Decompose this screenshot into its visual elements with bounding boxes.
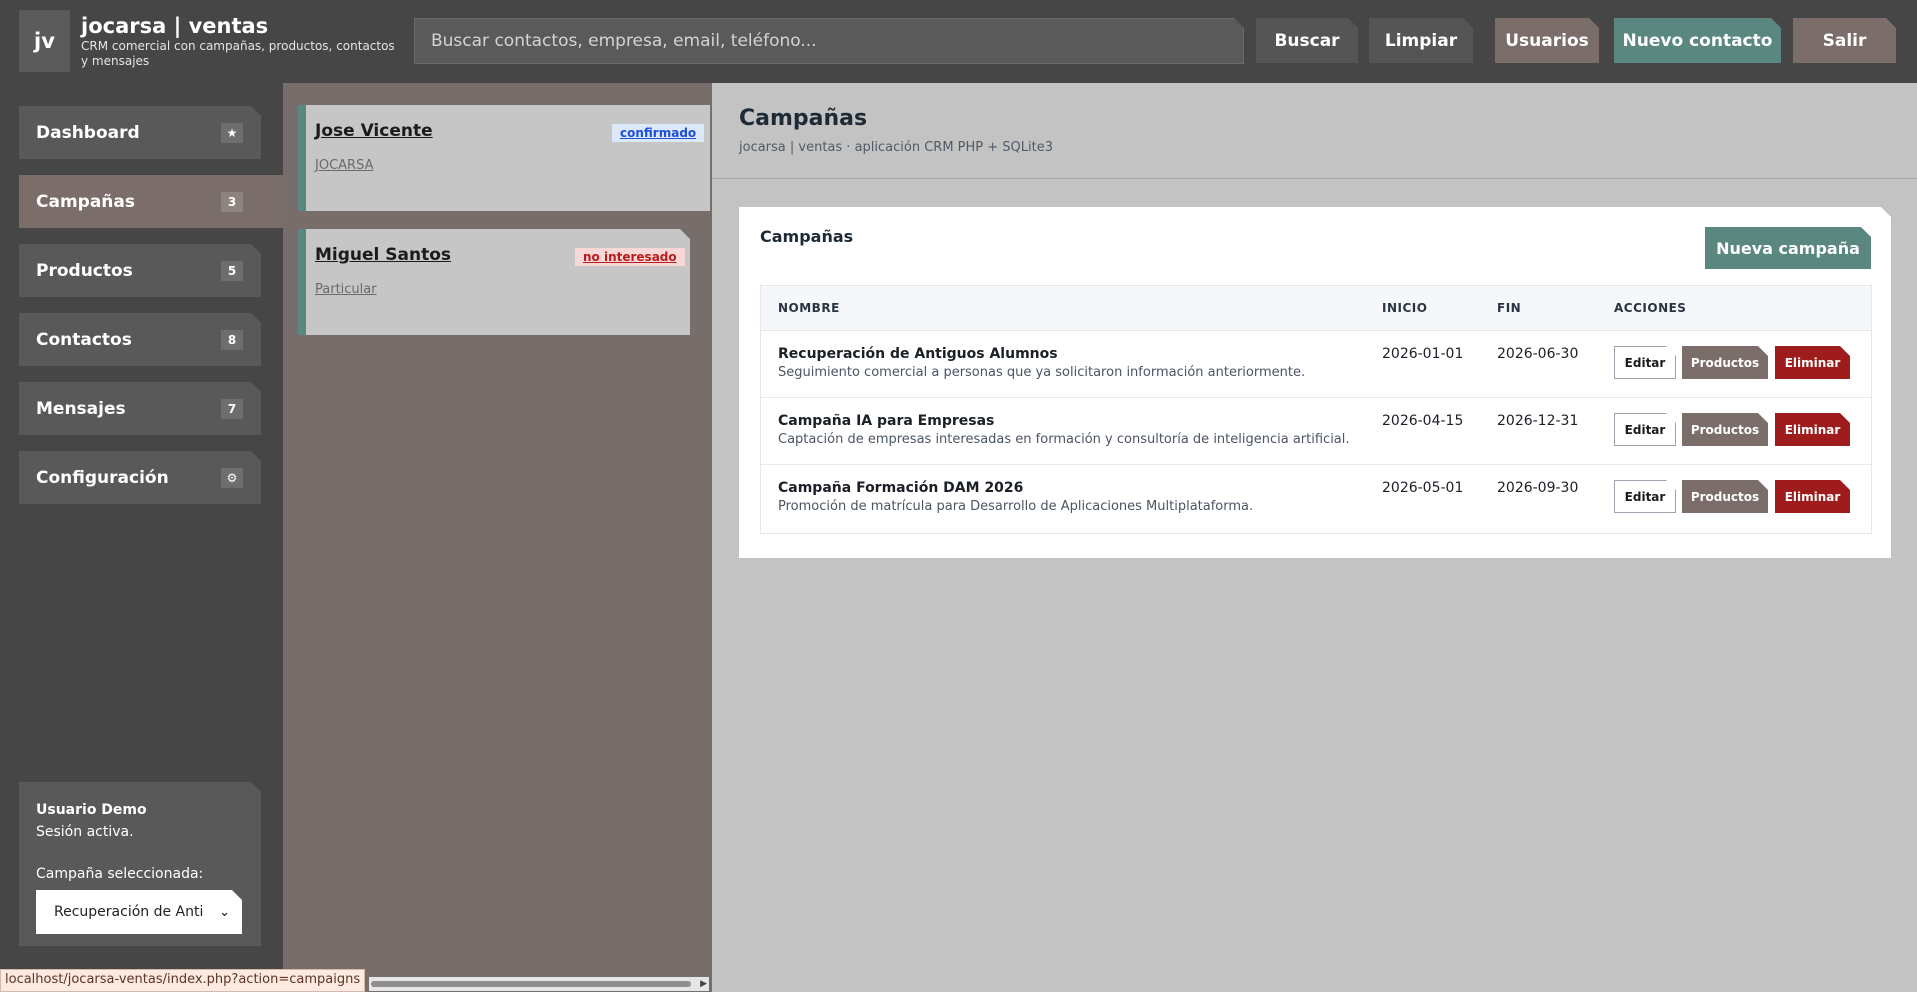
campaign-name: Campaña IA para Empresas (778, 413, 995, 429)
gear-icon: ⚙ (221, 468, 243, 488)
campaign-end-date: 2026-06-30 (1497, 346, 1579, 362)
sidebar-item-dashboard[interactable]: Dashboard ★ (19, 106, 261, 159)
top-bar: jv jocarsa | ventas CRM comercial con ca… (0, 0, 1917, 83)
table-row: Campaña IA para Empresas Captación de em… (761, 398, 1871, 465)
page-title: Campañas (739, 106, 868, 131)
campaign-select-value: Recuperación de Antiguos Alumnos (54, 904, 204, 920)
edit-button[interactable]: Editar (1614, 413, 1676, 446)
delete-button[interactable]: Eliminar (1775, 480, 1850, 513)
status-badge[interactable]: no interesado (575, 248, 685, 266)
products-button[interactable]: Productos (1682, 346, 1768, 379)
count-badge: 8 (221, 330, 243, 350)
count-badge: 7 (221, 399, 243, 419)
session-status: Sesión activa. (36, 824, 134, 840)
contact-name[interactable]: Jose Vicente (315, 121, 433, 141)
contact-card[interactable]: Miguel Santos Particular no interesado (298, 229, 690, 335)
app-title: jocarsa | ventas (81, 14, 269, 38)
column-header-actions: ACCIONES (1614, 301, 1687, 315)
main-content: Campañas jocarsa | ventas · aplicación C… (712, 83, 1917, 992)
column-header-start[interactable]: INICIO (1382, 301, 1427, 315)
campaign-start-date: 2026-04-15 (1382, 413, 1464, 429)
count-badge: 3 (221, 192, 243, 212)
count-badge: 5 (221, 261, 243, 281)
campaign-description: Captación de empresas interesadas en for… (778, 432, 1350, 447)
campaign-end-date: 2026-09-30 (1497, 480, 1579, 496)
app-subtitle: CRM comercial con campañas, productos, c… (81, 39, 395, 68)
contact-company[interactable]: Particular (315, 282, 377, 297)
contact-card[interactable]: Jose Vicente JOCARSA confirmado (298, 105, 710, 211)
status-badge[interactable]: confirmado (612, 124, 705, 142)
sidebar-item-label: Mensajes (36, 398, 126, 419)
clear-button[interactable]: Limpiar (1369, 18, 1473, 63)
campaign-description: Seguimiento comercial a personas que ya … (778, 365, 1306, 380)
campaign-name: Recuperación de Antiguos Alumnos (778, 346, 1058, 362)
page-header: Campañas jocarsa | ventas · aplicación C… (712, 83, 1917, 179)
contact-name[interactable]: Miguel Santos (315, 245, 451, 265)
search-input[interactable] (414, 18, 1244, 64)
contacts-column: Jose Vicente JOCARSA confirmado Miguel S… (283, 83, 712, 992)
edit-button[interactable]: Editar (1614, 346, 1676, 379)
column-header-end[interactable]: FIN (1497, 301, 1521, 315)
user-name: Usuario Demo (36, 802, 147, 818)
sidebar-item-label: Productos (36, 260, 133, 281)
campaign-start-date: 2026-01-01 (1382, 346, 1464, 362)
sidebar-item-contacts[interactable]: Contactos 8 (19, 313, 261, 366)
column-header-name[interactable]: NOMBRE (778, 301, 840, 315)
app-logo[interactable]: jv (19, 10, 70, 72)
campaign-select-label: Campaña seleccionada: (36, 866, 204, 882)
chevron-down-icon: ⌄ (219, 904, 230, 920)
sidebar-item-label: Contactos (36, 329, 132, 350)
campaign-start-date: 2026-05-01 (1382, 480, 1464, 496)
campaigns-table: NOMBRE INICIO FIN ACCIONES Recuperación … (760, 285, 1872, 534)
sidebar-item-products[interactable]: Productos 5 (19, 244, 261, 297)
edit-button[interactable]: Editar (1614, 480, 1676, 513)
table-row: Campaña Formación DAM 2026 Promoción de … (761, 465, 1871, 533)
panel-title: Campañas (760, 227, 854, 246)
campaign-name: Campaña Formación DAM 2026 (778, 480, 1024, 496)
star-icon: ★ (221, 123, 243, 143)
delete-button[interactable]: Eliminar (1775, 413, 1850, 446)
new-campaign-button[interactable]: Nueva campaña (1705, 227, 1871, 269)
campaigns-panel: Campañas Nueva campaña NOMBRE INICIO FIN… (739, 207, 1891, 558)
users-button[interactable]: Usuarios (1495, 18, 1599, 63)
user-panel: Usuario Demo Sesión activa. Campaña sele… (19, 782, 261, 946)
table-header: NOMBRE INICIO FIN ACCIONES (761, 286, 1871, 331)
link-status-bar: localhost/jocarsa-ventas/index.php?actio… (0, 969, 366, 992)
delete-button[interactable]: Eliminar (1775, 346, 1850, 379)
sidebar-item-settings[interactable]: Configuración ⚙ (19, 451, 261, 504)
sidebar-item-label: Dashboard (36, 122, 140, 143)
sidebar-item-label: Campañas (36, 191, 135, 212)
contact-company[interactable]: JOCARSA (315, 158, 373, 173)
products-button[interactable]: Productos (1682, 480, 1768, 513)
new-contact-button[interactable]: Nuevo contacto (1614, 18, 1781, 63)
campaign-description: Promoción de matrícula para Desarrollo d… (778, 499, 1254, 514)
horizontal-scrollbar[interactable]: ▶ (369, 977, 709, 991)
sidebar-item-campaigns[interactable]: Campañas 3 (19, 175, 283, 228)
sidebar-item-label: Configuración (36, 467, 169, 488)
products-button[interactable]: Productos (1682, 413, 1768, 446)
scroll-right-icon[interactable]: ▶ (700, 979, 707, 989)
scrollbar-thumb[interactable] (371, 981, 691, 987)
logout-button[interactable]: Salir (1793, 18, 1896, 63)
page-subtitle: jocarsa | ventas · aplicación CRM PHP + … (739, 140, 1053, 155)
campaign-select[interactable]: Recuperación de Antiguos Alumnos ⌄ (36, 890, 242, 934)
campaign-end-date: 2026-12-31 (1497, 413, 1579, 429)
table-row: Recuperación de Antiguos Alumnos Seguimi… (761, 331, 1871, 398)
search-button[interactable]: Buscar (1256, 18, 1358, 63)
sidebar: Dashboard ★ Campañas 3 Productos 5 Conta… (0, 83, 283, 992)
sidebar-item-messages[interactable]: Mensajes 7 (19, 382, 261, 435)
